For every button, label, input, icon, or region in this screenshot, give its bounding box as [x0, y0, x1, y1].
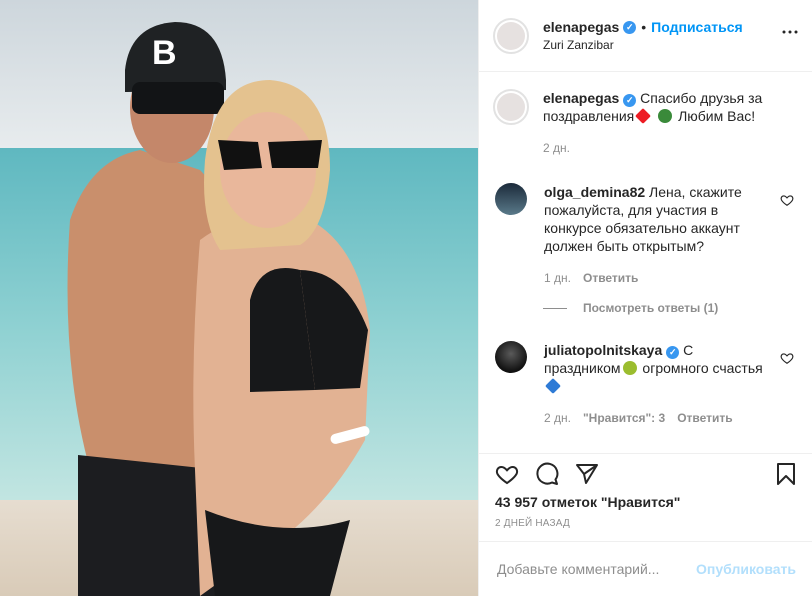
add-comment-form: Опубликовать — [479, 541, 812, 596]
verified-badge-icon: ✓ — [623, 20, 637, 34]
commenter-avatar[interactable] — [495, 183, 527, 215]
heart-icon[interactable] — [493, 460, 521, 488]
comment-icon[interactable] — [533, 460, 561, 488]
action-bar — [479, 453, 812, 494]
reply-button[interactable]: Ответить — [583, 269, 638, 287]
comment-item: juliatopolnitskaya ✓ С праздником огромно… — [495, 341, 796, 427]
verified-badge-icon: ✓ — [623, 93, 637, 107]
comment-time[interactable]: 1 дн. — [544, 269, 571, 287]
bookmark-icon[interactable] — [772, 460, 800, 488]
beach-photo-image: B — [0, 0, 478, 596]
comment-username[interactable]: olga_demina82 — [544, 184, 645, 200]
comments-section[interactable]: elenapegas ✓ Спасибо друзья за поздравлен… — [479, 73, 812, 453]
post-header: elenapegas ✓ • Подписаться Zuri Zanzibar — [479, 0, 812, 72]
comment-item: olga_demina82 Лена, скажите пожалуйста, … — [495, 183, 796, 287]
caption-author-avatar[interactable] — [493, 89, 529, 125]
post-side-panel: elenapegas ✓ • Подписаться Zuri Zanzibar… — [478, 0, 812, 596]
caption: elenapegas ✓ Спасибо друзья за поздравлен… — [493, 89, 796, 157]
blue-heart-emoji-icon — [545, 378, 561, 394]
red-heart-emoji-icon — [635, 108, 652, 124]
comment-username[interactable]: juliatopolnitskaya — [544, 342, 662, 358]
post-photo[interactable]: B — [0, 0, 478, 596]
more-options-icon[interactable] — [782, 30, 798, 34]
follow-button[interactable]: Подписаться — [651, 19, 743, 35]
author-avatar[interactable] — [493, 17, 529, 54]
instagram-post: B elenapegas ✓ • Подписаться Zuri Zanzib… — [0, 0, 812, 596]
separator-dot: • — [641, 19, 647, 35]
view-replies-button[interactable]: Посмотреть ответы (1) — [543, 301, 718, 315]
verified-badge-icon: ✓ — [666, 345, 680, 359]
comment-like-heart-icon[interactable] — [780, 351, 794, 365]
post-date[interactable]: 2 ДНЕЙ НАЗАД — [495, 518, 570, 529]
author-username[interactable]: elenapegas — [543, 19, 619, 35]
comment-text-end: огромного счастья — [642, 360, 763, 376]
comment-input[interactable] — [495, 560, 697, 578]
comment-likes-count[interactable]: "Нравится": 3 — [583, 409, 665, 427]
share-icon[interactable] — [573, 460, 601, 488]
svg-text:B: B — [152, 34, 177, 72]
likes-count[interactable]: 43 957 отметок "Нравится" — [495, 494, 680, 510]
bouquet-emoji-icon — [622, 361, 637, 375]
caption-text-end: Любим Вас! — [678, 108, 756, 124]
comment-time[interactable]: 2 дн. — [544, 409, 571, 427]
publish-button[interactable]: Опубликовать — [696, 561, 796, 577]
view-replies-label: Посмотреть ответы (1) — [583, 301, 719, 315]
reply-button[interactable]: Ответить — [677, 409, 732, 427]
caption-time[interactable]: 2 дн. — [543, 139, 570, 157]
location-link[interactable]: Zuri Zanzibar — [543, 38, 743, 52]
globe-emoji-icon — [658, 109, 673, 123]
comment-like-heart-icon[interactable] — [780, 193, 794, 207]
commenter-avatar[interactable] — [495, 341, 527, 373]
caption-username[interactable]: elenapegas — [543, 90, 619, 106]
